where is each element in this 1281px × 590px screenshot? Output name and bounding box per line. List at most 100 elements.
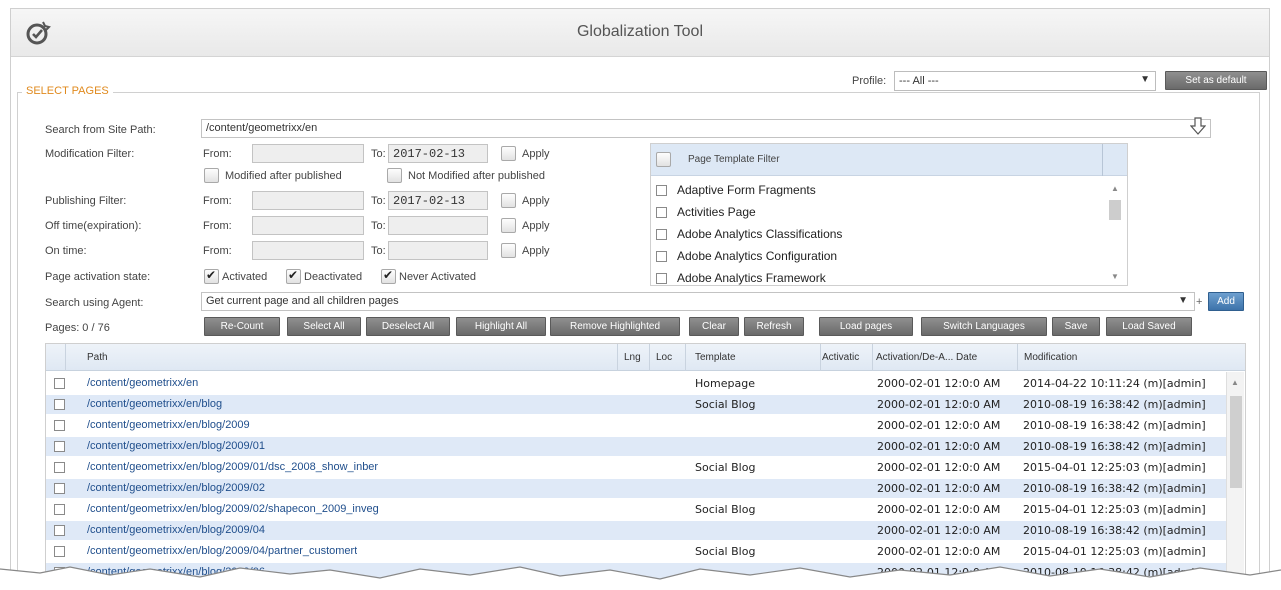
row-path[interactable]: /content/geometrixx/en/blog/2009/01/dsc_… (87, 461, 378, 473)
grid-header: Path Lng Loc Template Activatic Activati… (46, 344, 1245, 371)
offtime-apply-checkbox[interactable] (501, 218, 516, 233)
table-row[interactable]: /content/geometrixx/en/blog/2009/04 2000… (46, 521, 1226, 540)
row-path[interactable]: /content/geometrixx/en/blog/2009/04 (87, 524, 265, 536)
template-item-checkbox[interactable] (656, 229, 667, 241)
row-path[interactable]: /content/geometrixx/en/blog/2009/04/part… (87, 545, 357, 557)
remove-highlighted-button[interactable]: Remove Highlighted (550, 317, 680, 336)
table-row[interactable]: /content/geometrixx/en/blog/2009 2000-02… (46, 416, 1226, 435)
column-activation-date[interactable]: Activation/De-A... Date (876, 352, 977, 363)
ontime-to-input[interactable] (388, 241, 488, 260)
template-item[interactable]: Adaptive Form Fragments (656, 183, 816, 197)
deselect-all-button[interactable]: Deselect All (366, 317, 450, 336)
modification-apply-checkbox[interactable] (501, 146, 516, 161)
column-modification[interactable]: Modification (1024, 352, 1077, 363)
offtime-from-input[interactable] (252, 216, 364, 235)
save-button[interactable]: Save (1052, 317, 1100, 336)
scroll-down-icon[interactable]: ▼ (1111, 272, 1119, 281)
template-filter-header: Page Template Filter (651, 144, 1127, 176)
publishing-from-label: From: (203, 195, 232, 207)
not-modified-after-published-checkbox[interactable] (387, 168, 402, 183)
add-plus-icon[interactable]: + (1196, 296, 1202, 308)
publishing-from-input[interactable] (252, 191, 364, 210)
template-item[interactable]: Activities Page (656, 205, 756, 219)
row-modification: 2010-08-19 16:38:42 (m)[admin] (1023, 482, 1206, 495)
row-checkbox[interactable] (54, 399, 65, 410)
table-row[interactable]: /content/geometrixx/en/blog Social Blog … (46, 395, 1226, 414)
modification-from-input[interactable] (252, 144, 364, 163)
column-loc[interactable]: Loc (656, 352, 672, 363)
search-path-label: Search from Site Path: (45, 124, 156, 136)
row-checkbox[interactable] (54, 504, 65, 515)
profile-select[interactable]: --- All --- ▼ (894, 71, 1156, 91)
column-divider (872, 344, 873, 371)
clear-button[interactable]: Clear (689, 317, 739, 336)
search-path-input[interactable]: /content/geometrixx/en (201, 119, 1211, 138)
add-agent-button[interactable]: Add (1208, 292, 1244, 311)
column-path[interactable]: Path (87, 352, 108, 363)
recount-button[interactable]: Re-Count (204, 317, 280, 336)
template-item[interactable]: Adobe Analytics Framework (656, 271, 826, 285)
ontime-from-input[interactable] (252, 241, 364, 260)
ontime-apply-checkbox[interactable] (501, 243, 516, 258)
template-item-checkbox[interactable] (656, 251, 667, 263)
refresh-button[interactable]: Refresh (744, 317, 804, 336)
modification-to-input[interactable]: 2017-02-13 (388, 144, 488, 163)
row-checkbox[interactable] (54, 378, 65, 389)
grid-scrollbar[interactable]: ▲ (1226, 372, 1244, 582)
set-as-default-button[interactable]: Set as default (1165, 71, 1267, 90)
column-lng[interactable]: Lng (624, 352, 641, 363)
activation-state-label: Page activation state: (45, 271, 151, 283)
template-item[interactable]: Adobe Analytics Classifications (656, 227, 842, 241)
switch-languages-button[interactable]: Switch Languages (921, 317, 1047, 336)
row-path[interactable]: /content/geometrixx/en/blog/2009/01 (87, 440, 265, 452)
row-modification: 2010-08-19 16:38:42 (m)[admin] (1023, 398, 1206, 411)
table-row[interactable]: /content/geometrixx/en Homepage 2000-02-… (46, 374, 1226, 393)
scroll-up-icon[interactable]: ▲ (1231, 378, 1239, 387)
template-item[interactable]: Adobe Analytics Configuration (656, 249, 837, 263)
offtime-to-input[interactable] (388, 216, 488, 235)
template-select-all-checkbox[interactable] (656, 152, 671, 167)
template-item-checkbox[interactable] (656, 273, 667, 285)
row-activation-date: 2000-02-01 12:0:0 AM (877, 482, 1001, 495)
activated-checkbox[interactable] (204, 268, 219, 284)
table-row[interactable]: /content/geometrixx/en/blog/2009/01/dsc_… (46, 458, 1226, 477)
scroll-thumb[interactable] (1109, 200, 1121, 220)
table-row[interactable]: /content/geometrixx/en/blog/2009/02/shap… (46, 500, 1226, 519)
template-scrollbar[interactable]: ▲ ▼ (1109, 184, 1121, 281)
row-checkbox[interactable] (54, 525, 65, 536)
row-checkbox[interactable] (54, 420, 65, 431)
table-row[interactable]: /content/geometrixx/en/blog/2009/04/part… (46, 542, 1226, 561)
row-checkbox[interactable] (54, 483, 65, 494)
highlight-all-button[interactable]: Highlight All (456, 317, 546, 336)
table-row[interactable]: /content/geometrixx/en/blog/2009/01 2000… (46, 437, 1226, 456)
row-path[interactable]: /content/geometrixx/en/blog/2009/02 (87, 482, 265, 494)
column-activation[interactable]: Activatic (822, 352, 870, 363)
scroll-thumb[interactable] (1230, 396, 1242, 488)
publishing-apply-checkbox[interactable] (501, 193, 516, 208)
row-checkbox[interactable] (54, 441, 65, 452)
template-item-checkbox[interactable] (656, 207, 667, 219)
publishing-to-input[interactable]: 2017-02-13 (388, 191, 488, 210)
row-path[interactable]: /content/geometrixx/en/blog (87, 398, 222, 410)
scroll-up-icon[interactable]: ▲ (1111, 184, 1119, 193)
row-checkbox[interactable] (54, 462, 65, 473)
row-checkbox[interactable] (54, 546, 65, 557)
deactivated-checkbox[interactable] (286, 268, 301, 284)
table-row[interactable]: /content/geometrixx/en/blog/2009/02 2000… (46, 479, 1226, 498)
row-path[interactable]: /content/geometrixx/en/blog/2009 (87, 419, 250, 431)
header-divider (1102, 144, 1103, 176)
template-item-checkbox[interactable] (656, 185, 667, 197)
load-pages-button[interactable]: Load pages (819, 317, 913, 336)
row-path[interactable]: /content/geometrixx/en/blog/2009/02/shap… (87, 503, 379, 515)
never-activated-checkbox[interactable] (381, 268, 396, 284)
select-all-button[interactable]: Select All (287, 317, 361, 336)
agent-select[interactable]: Get current page and all children pages … (201, 292, 1195, 311)
title-bar: Globalization Tool (11, 9, 1269, 57)
row-path[interactable]: /content/geometrixx/en (87, 377, 198, 389)
column-template[interactable]: Template (695, 352, 736, 363)
app-title: Globalization Tool (576, 23, 703, 40)
offtime-to-label: To: (371, 220, 386, 232)
modified-after-published-checkbox[interactable] (204, 168, 219, 183)
load-saved-button[interactable]: Load Saved (1106, 317, 1192, 336)
browse-arrow-icon[interactable] (1190, 117, 1206, 135)
